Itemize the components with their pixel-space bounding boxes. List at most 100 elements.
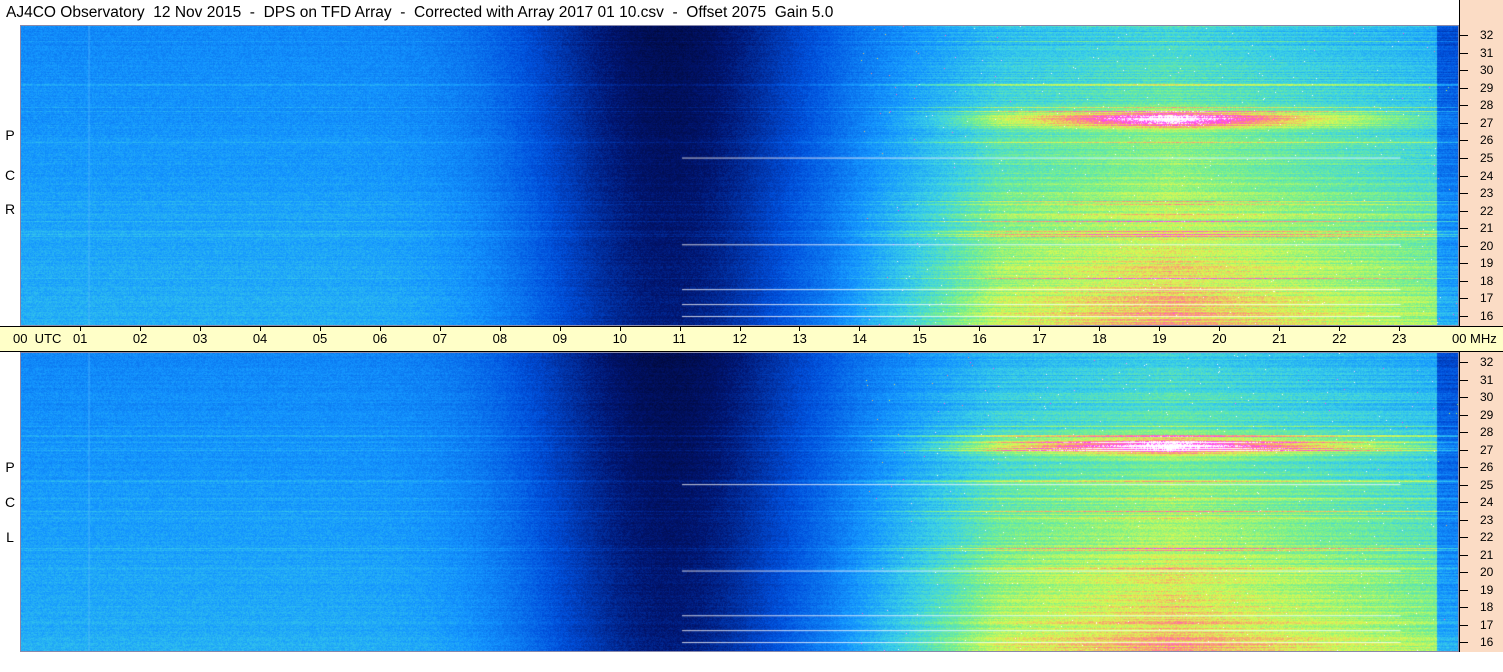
- rcp-freq-tick: [1460, 280, 1468, 282]
- rcp-freq-tick: [1460, 70, 1468, 72]
- rcp-freq-label: 22: [1480, 203, 1494, 218]
- lcp-freq-tick: [1460, 467, 1468, 468]
- lcp-freq-tick: [1460, 554, 1468, 556]
- time-label: 21: [1272, 331, 1287, 346]
- rcp-freq-label: 29: [1480, 80, 1494, 95]
- rcp-freq-tick: [1460, 298, 1468, 300]
- rcp-freq-label: 16: [1480, 309, 1494, 323]
- time-label: 18: [1092, 331, 1107, 346]
- rcp-spectrogram-canvas: [21, 26, 1458, 325]
- lcp-freq-label: 23: [1480, 512, 1494, 527]
- lcp-freq-tick: [1460, 397, 1468, 398]
- frequency-unit-label: MHz: [1470, 331, 1497, 346]
- lcp-freq-tick: [1460, 414, 1468, 416]
- time-label: 23: [1392, 331, 1407, 346]
- rcp-freq-label: 30: [1480, 63, 1494, 78]
- time-axis-end-label: 00: [1452, 331, 1467, 346]
- lcp-freq-tick: [1460, 432, 1468, 433]
- time-label: 07: [432, 331, 448, 346]
- lcp-freq-tick: [1460, 624, 1468, 626]
- time-label: 17: [1032, 331, 1047, 346]
- rcp-freq-label: 17: [1480, 291, 1494, 306]
- rcp-freq-tick: [1460, 87, 1468, 89]
- lcp-freq-label: 21: [1480, 547, 1494, 562]
- lcp-spectrogram-canvas: [21, 353, 1458, 651]
- time-label: 10: [612, 331, 628, 346]
- lcp-freq-tick: [1460, 379, 1468, 381]
- rcp-freq-tick: [1460, 245, 1468, 247]
- rcp-spectrogram[interactable]: [20, 25, 1459, 326]
- lcp-frequency-axis: 32 31 30 29 28 27 26 25 24 23 22 21 20 19 18 17 16: [1459, 352, 1503, 652]
- rcp-freq-label: 27: [1480, 115, 1494, 130]
- rcp-letter-c: C: [4, 167, 16, 183]
- rcp-freq-label: 32: [1480, 28, 1494, 42]
- lcp-freq-label: 28: [1480, 425, 1494, 439]
- rcp-letter-c-wrap: C: [3, 168, 17, 182]
- time-label: 19: [1152, 331, 1167, 346]
- time-label: 22: [1332, 331, 1347, 346]
- time-label: 15: [912, 331, 927, 346]
- rcp-freq-label: 24: [1480, 168, 1494, 183]
- rcp-freq-tick: [1460, 193, 1468, 195]
- lcp-letter-p: P: [5, 459, 15, 475]
- rcp-freq-tick: [1460, 263, 1468, 265]
- lcp-letter-l: L: [6, 529, 14, 545]
- rcp-freq-tick: [1460, 210, 1468, 212]
- lcp-freq-label: 24: [1480, 495, 1494, 509]
- time-label: 13: [792, 331, 807, 346]
- time-label: 09: [552, 331, 568, 346]
- lcp-freq-label: 30: [1480, 390, 1494, 404]
- time-label: 04: [252, 331, 268, 346]
- lcp-freq-label: 20: [1480, 565, 1494, 579]
- lcp-freq-tick: [1460, 642, 1468, 643]
- lcp-freq-label: 29: [1480, 407, 1494, 422]
- rcp-freq-label: 19: [1480, 256, 1494, 271]
- lcp-freq-label: 19: [1480, 582, 1494, 597]
- rcp-freq-label: 23: [1480, 186, 1494, 201]
- rcp-freq-tick: [1460, 35, 1468, 36]
- time-label: 03: [192, 331, 208, 346]
- rcp-freq-tick: [1460, 122, 1468, 124]
- lcp-letter-c-wrap: C: [3, 495, 17, 509]
- lcp-freq-tick: [1460, 502, 1468, 503]
- lcp-freq-label: 26: [1480, 460, 1494, 474]
- rcp-freq-label: 28: [1480, 98, 1494, 113]
- rcp-freq-tick: [1460, 175, 1468, 177]
- lcp-freq-label: 32: [1480, 355, 1494, 369]
- rcp-freq-tick: [1460, 228, 1468, 230]
- rcp-freq-tick: [1460, 140, 1468, 142]
- time-label: 16: [972, 331, 987, 346]
- rcp-freq-label: 21: [1480, 221, 1494, 236]
- lcp-spectrogram[interactable]: [20, 352, 1459, 652]
- lcp-freq-label: 25: [1480, 477, 1494, 492]
- lcp-freq-tick: [1460, 607, 1468, 608]
- lcp-freq-tick: [1460, 537, 1468, 538]
- lcp-freq-label: 27: [1480, 442, 1494, 457]
- lcp-freq-tick: [1460, 484, 1468, 486]
- lcp-freq-tick: [1460, 449, 1468, 451]
- rcp-freq-tick: [1460, 157, 1468, 159]
- rcp-freq-tick: [1460, 105, 1468, 107]
- window-title: AJ4CO Observatory 12 Nov 2015 - DPS on T…: [6, 4, 834, 21]
- time-axis: 00 UTC 01 02 03 04 05 06 07 08 09 10 11 12 13 14 15 16 1…: [0, 326, 1503, 352]
- axis-corner: [1459, 0, 1503, 25]
- rcp-freq-label: 18: [1480, 273, 1494, 288]
- time-axis-start-label: 00 UTC: [13, 331, 62, 346]
- lcp-freq-label: 17: [1480, 617, 1494, 632]
- lcp-freq-tick: [1460, 362, 1468, 363]
- lcp-freq-label: 31: [1480, 372, 1494, 387]
- time-label: 01: [72, 331, 88, 346]
- lcp-letter-c: C: [4, 494, 16, 510]
- time-label: 14: [852, 331, 867, 346]
- time-label: 02: [132, 331, 148, 346]
- rcp-freq-label: 26: [1480, 133, 1494, 148]
- lcp-freq-label: 18: [1480, 600, 1494, 614]
- rcp-frequency-axis: 32 31 30 29 28 27 26 25 24 23 22 21 20 19 18 17 16: [1459, 25, 1503, 326]
- lcp-letter-p-wrap: P: [3, 460, 17, 474]
- rcp-freq-label: 20: [1480, 238, 1494, 253]
- time-label: 05: [312, 331, 328, 346]
- rcp-letter-p-wrap: R: [3, 202, 17, 216]
- rcp-freq-label: 31: [1480, 45, 1494, 60]
- lcp-freq-tick: [1460, 589, 1468, 591]
- rcp-letter-r: P: [5, 127, 15, 143]
